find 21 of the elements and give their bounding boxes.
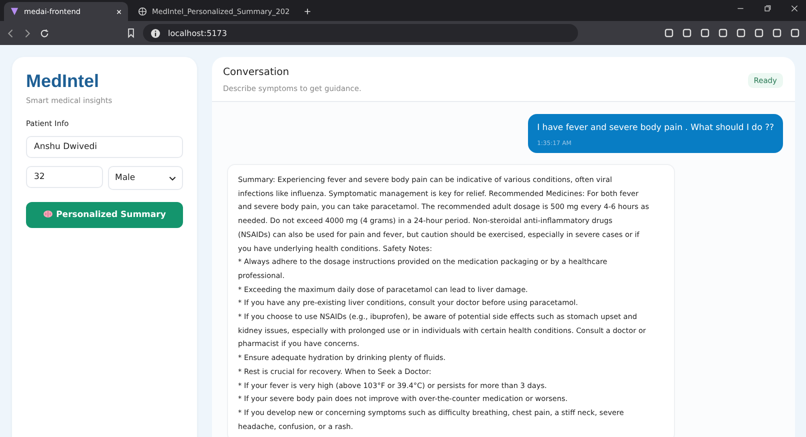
brand-title: MedIntel	[26, 71, 100, 92]
forward-icon[interactable]	[23, 28, 32, 38]
bookmark-icon[interactable]	[127, 28, 135, 38]
name-field[interactable]: Anshu Dwivedi	[26, 136, 183, 158]
back-icon[interactable]	[6, 28, 15, 38]
minimize-icon[interactable]	[737, 5, 744, 12]
chevron-down-icon	[169, 176, 176, 180]
triangle-logo-icon	[10, 7, 19, 16]
info-icon[interactable]	[151, 28, 160, 38]
globe-icon	[138, 7, 147, 16]
address-bar[interactable]: localhost:5173	[143, 24, 578, 42]
gender-select[interactable]: Male	[108, 166, 183, 190]
new-tab-icon[interactable]	[304, 8, 311, 15]
summary-button[interactable]: Personalized Summary	[26, 202, 183, 228]
message-text: I have fever and severe body pain . What should I do ??	[537, 123, 774, 133]
conversation-title: Conversation	[223, 67, 290, 78]
age-field[interactable]: 32	[26, 166, 103, 188]
brain-icon	[43, 210, 54, 218]
restore-icon[interactable]	[764, 5, 771, 12]
reload-icon[interactable]	[40, 28, 49, 38]
close-icon[interactable]	[791, 5, 798, 12]
